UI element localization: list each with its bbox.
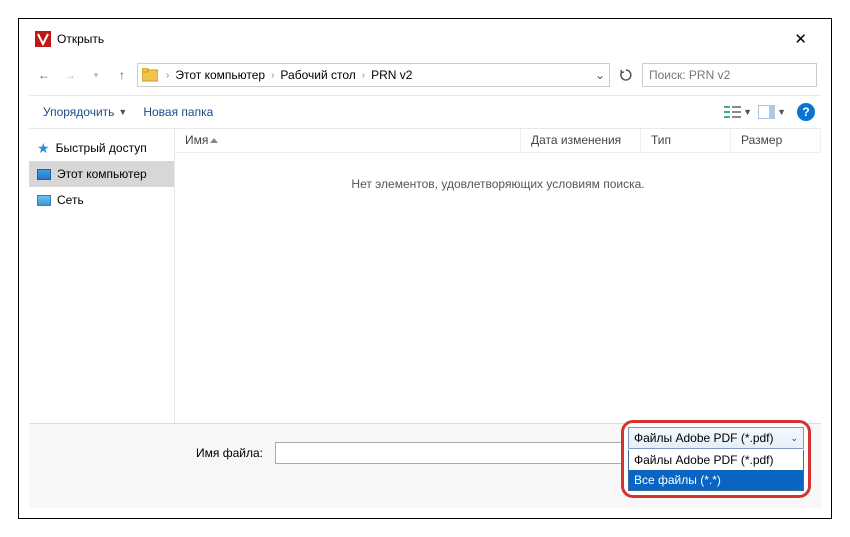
caret-down-icon: ▼ [118,107,127,117]
col-size[interactable]: Размер [731,129,821,152]
chevron-right-icon: › [358,70,369,81]
filetype-select[interactable]: Файлы Adobe PDF (*.pdf) ⌄ [628,427,804,449]
navigation-row: ← → ▾ ↑ › Этот компьютер › Рабочий стол … [29,59,821,91]
sort-arrow-icon [210,138,218,143]
filetype-option-pdf[interactable]: Файлы Adobe PDF (*.pdf) [629,450,803,470]
app-icon [35,31,51,47]
caret-down-icon: ▼ [743,107,752,117]
empty-message: Нет элементов, удовлетворяющих условиям … [175,153,821,215]
address-bar[interactable]: › Этот компьютер › Рабочий стол › PRN v2… [137,63,610,87]
breadcrumb-folder[interactable]: PRN v2 [369,68,414,82]
new-folder-button[interactable]: Новая папка [135,101,221,123]
chevron-right-icon: › [267,70,278,81]
preview-pane-button[interactable]: ▼ [757,101,787,123]
col-name[interactable]: Имя [175,129,521,152]
network-icon [37,195,51,206]
column-headers: Имя Дата изменения Тип Размер [175,129,821,153]
filename-label: Имя файла: [43,446,263,460]
back-button[interactable]: ← [33,64,55,86]
col-type[interactable]: Тип [641,129,731,152]
forward-button[interactable]: → [59,64,81,86]
breadcrumb-thispc[interactable]: Этот компьютер [173,68,267,82]
refresh-button[interactable] [614,63,638,87]
search-input[interactable]: Поиск: PRN v2 [642,63,817,87]
up-button[interactable]: ↑ [111,64,133,86]
filetype-dropdown-list: Файлы Adobe PDF (*.pdf) Все файлы (*.*) [628,450,804,491]
nav-this-pc[interactable]: Этот компьютер [29,161,174,187]
dialog-title: Открыть [57,32,104,46]
chevron-right-icon: › [162,70,173,81]
filetype-option-all[interactable]: Все файлы (*.*) [629,470,803,490]
toolbar: Упорядочить ▼ Новая папка ▼ ▼ ? [29,95,821,129]
nav-network[interactable]: Сеть [29,187,174,213]
help-button[interactable]: ? [797,103,815,121]
computer-icon [37,169,51,180]
col-date[interactable]: Дата изменения [521,129,641,152]
breadcrumb-desktop[interactable]: Рабочий стол [278,68,357,82]
navigation-pane: ★ Быстрый доступ Этот компьютер Сеть [29,129,175,423]
caret-down-icon: ▼ [777,107,786,117]
organize-menu[interactable]: Упорядочить ▼ [35,101,135,123]
main-area: ★ Быстрый доступ Этот компьютер Сеть Имя… [29,129,821,423]
nav-quick-access[interactable]: ★ Быстрый доступ [29,135,174,161]
bottom-panel: Имя файла: ⌄ Файлы Adobe PDF (*.pdf) ⌄ Ф… [29,423,821,508]
filter-callout: Файлы Adobe PDF (*.pdf) ⌄ Файлы Adobe PD… [621,420,811,498]
open-dialog: Открыть ✕ ← → ▾ ↑ › Этот компьютер › Раб… [29,25,821,508]
titlebar: Открыть ✕ [29,25,821,53]
caret-down-icon: ⌄ [790,433,798,444]
folder-icon [140,65,160,85]
file-list: Имя Дата изменения Тип Размер Нет элемен… [175,129,821,423]
star-icon: ★ [37,140,50,157]
address-dropdown[interactable]: ⌄ [591,68,609,82]
close-button[interactable]: ✕ [786,26,815,52]
view-options-button[interactable]: ▼ [723,101,753,123]
recent-dropdown[interactable]: ▾ [85,64,107,86]
search-placeholder: Поиск: PRN v2 [649,68,730,82]
